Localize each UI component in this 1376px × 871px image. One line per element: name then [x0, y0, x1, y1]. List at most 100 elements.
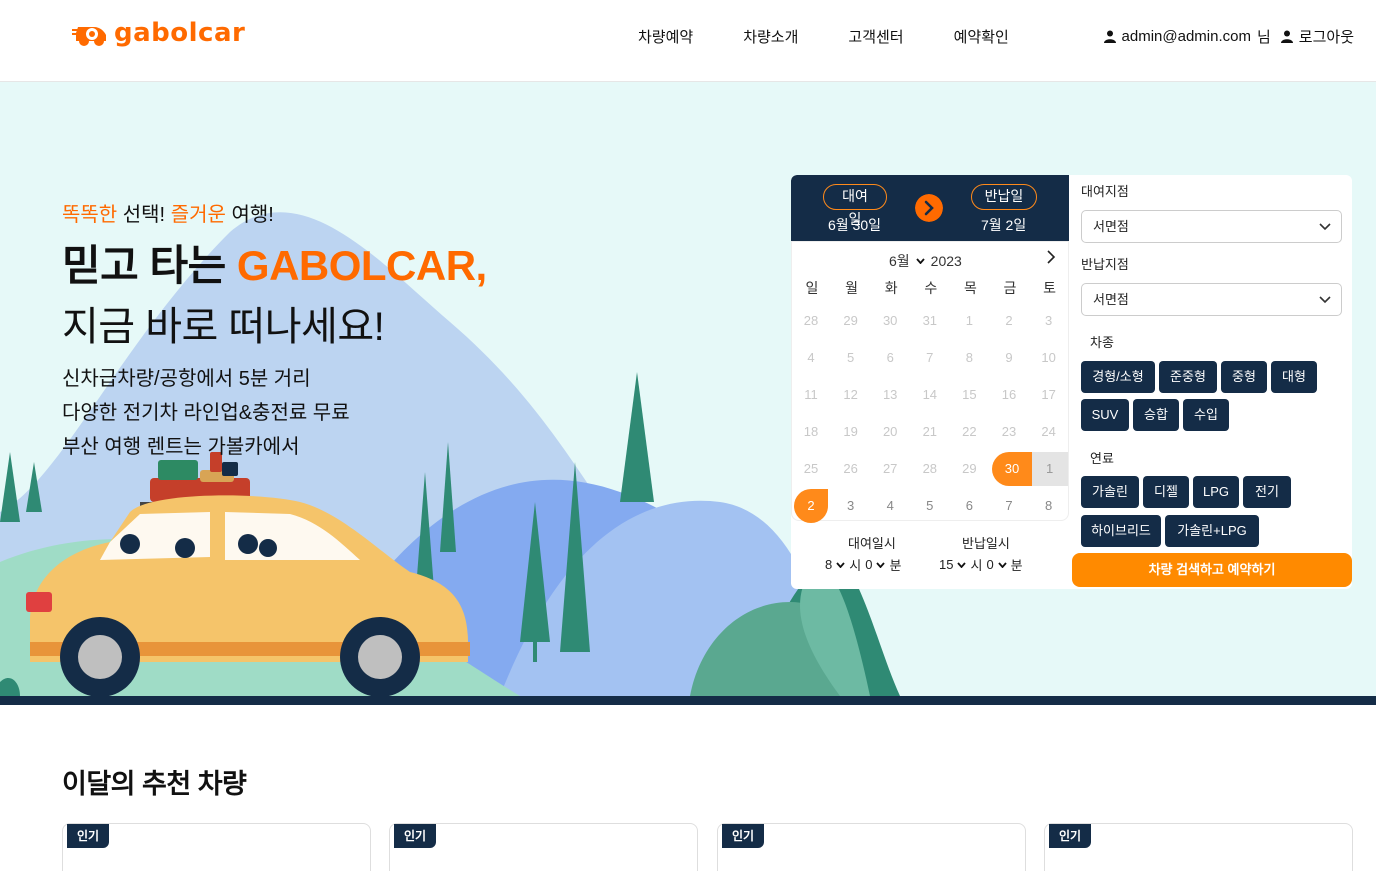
calendar-day-rent-selected[interactable]: 30 [992, 452, 1032, 486]
rent-hour-select[interactable]: 8 [825, 557, 832, 572]
car-type-chip[interactable]: 승합 [1133, 399, 1179, 431]
calendar-day[interactable]: 24 [1032, 415, 1066, 449]
fuel-label: 연료 [1090, 451, 1114, 466]
rent-date-pill[interactable]: 대여일 [823, 184, 887, 227]
calendar-year[interactable]: 2023 [931, 253, 962, 269]
logo-text: gabolcar [114, 18, 246, 48]
calendar-next-icon[interactable] [1046, 250, 1056, 264]
calendar-day[interactable]: 28 [794, 304, 828, 338]
weekday-header: 토 [1043, 280, 1057, 296]
nav-item-customer-center[interactable]: 고객센터 [848, 26, 903, 47]
booking-widget: 대여일 6월 30일 반납일 7월 2일 6월 2023 일월화수목금토 28 2… [791, 175, 1352, 589]
calendar-day[interactable]: 25 [794, 452, 828, 486]
calendar-day[interactable]: 9 [992, 341, 1026, 375]
calendar-day[interactable]: 30 [873, 304, 907, 338]
car-type-chip[interactable]: 대형 [1271, 361, 1317, 393]
calendar-day[interactable]: 1 [952, 304, 986, 338]
calendar-month-select[interactable]: 6월 [889, 251, 910, 271]
calendar-month-year: 6월 2023 [889, 251, 962, 271]
chevron-down-icon [836, 561, 845, 568]
tagline-trip: 여행! [225, 204, 274, 226]
fuel-chip[interactable]: 디젤 [1143, 476, 1189, 508]
search-reserve-button[interactable]: 차량 검색하고 예약하기 [1072, 553, 1352, 587]
calendar-day-in-range[interactable]: 1 [1031, 452, 1068, 486]
chevron-down-icon [1319, 223, 1331, 231]
calendar-day[interactable]: 18 [794, 415, 828, 449]
fuel-chip[interactable]: 가솔린 [1081, 476, 1139, 508]
calendar-day[interactable]: 17 [1032, 378, 1066, 412]
car-type-chip[interactable]: 준중형 [1159, 361, 1217, 393]
calendar-day[interactable]: 4 [794, 341, 828, 375]
return-time-picker: 15 시 0 분 [939, 555, 1023, 574]
hour-unit: 시 [849, 558, 862, 573]
logo-car-icon [72, 27, 106, 46]
fuel-chip[interactable]: 하이브리드 [1081, 515, 1161, 547]
recommend-card[interactable]: 인기 [1044, 823, 1353, 871]
calendar-day[interactable]: 6 [873, 341, 907, 375]
date-summary: 대여일 6월 30일 반납일 7월 2일 [791, 175, 1069, 241]
calendar-day[interactable]: 10 [1032, 341, 1066, 375]
calendar-day[interactable]: 4 [873, 489, 907, 523]
calendar-day[interactable]: 6 [952, 489, 986, 523]
return-min-select[interactable]: 0 [986, 557, 993, 572]
calendar-day[interactable]: 21 [913, 415, 947, 449]
nav-item-car-intro[interactable]: 차량소개 [743, 26, 798, 47]
calendar-day[interactable]: 3 [1032, 304, 1066, 338]
calendar-day[interactable]: 8 [952, 341, 986, 375]
calendar-day[interactable]: 5 [913, 489, 947, 523]
calendar-day[interactable]: 5 [834, 341, 868, 375]
calendar-day[interactable]: 15 [952, 378, 986, 412]
calendar-day-return-selected[interactable]: 2 [794, 489, 828, 523]
return-date-pill[interactable]: 반납일 [971, 184, 1037, 210]
calendar-day[interactable]: 28 [913, 452, 947, 486]
weekday-header: 일 [805, 280, 819, 296]
fuel-chip[interactable]: 가솔린+LPG [1165, 515, 1259, 547]
calendar-day[interactable]: 31 [913, 304, 947, 338]
nav-item-reservation-check[interactable]: 예약확인 [954, 26, 1009, 47]
user-area: admin@admin.com 님 로그아웃 [1103, 26, 1354, 47]
calendar-day[interactable]: 7 [992, 489, 1026, 523]
calendar-day[interactable]: 20 [873, 415, 907, 449]
calendar-day[interactable]: 7 [913, 341, 947, 375]
popular-badge: 인기 [67, 824, 110, 848]
tagline-choice: 선택! [117, 204, 171, 226]
logout-link[interactable]: 로그아웃 [1299, 26, 1354, 47]
pickup-branch-select[interactable]: 서면점 [1081, 210, 1342, 243]
calendar-day[interactable]: 11 [794, 378, 828, 412]
calendar-day[interactable]: 12 [834, 378, 868, 412]
calendar-day[interactable]: 14 [913, 378, 947, 412]
calendar-day[interactable]: 16 [992, 378, 1026, 412]
calendar-day[interactable]: 27 [873, 452, 907, 486]
calendar-day[interactable]: 19 [834, 415, 868, 449]
nav-item-reservation[interactable]: 차량예약 [638, 26, 693, 47]
fuel-chip[interactable]: 전기 [1243, 476, 1291, 508]
rent-min-select[interactable]: 0 [865, 557, 872, 572]
calendar-day[interactable]: 29 [952, 452, 986, 486]
site-header: gabolcar 차량예약 차량소개 고객센터 예약확인 admin@admin… [0, 0, 1376, 82]
return-hour-select[interactable]: 15 [939, 557, 953, 572]
calendar-day[interactable]: 22 [952, 415, 986, 449]
calendar-day[interactable]: 13 [873, 378, 907, 412]
recommend-card[interactable]: 인기 [389, 823, 698, 871]
return-branch-select[interactable]: 서면점 [1081, 283, 1342, 316]
car-type-chip[interactable]: 중형 [1221, 361, 1267, 393]
recommend-title: 이달의 추천 차량 [62, 769, 247, 799]
logo[interactable]: gabolcar [72, 18, 245, 48]
car-type-chip[interactable]: 수입 [1183, 399, 1229, 431]
fuel-chip[interactable]: LPG [1193, 476, 1239, 508]
recommend-card[interactable]: 인기 [62, 823, 371, 871]
calendar-day[interactable]: 3 [834, 489, 868, 523]
calendar-day[interactable]: 29 [834, 304, 868, 338]
recommend-card[interactable]: 인기 [717, 823, 1026, 871]
return-time-label: 반납일시 [962, 536, 1010, 551]
chevron-down-icon [997, 561, 1007, 568]
hero-headline-2: 지금 바로 떠나세요! [62, 305, 385, 349]
pickup-branch-label: 대여지점 [1081, 184, 1129, 199]
car-type-chip[interactable]: 경형/소형 [1081, 361, 1155, 393]
car-type-chip[interactable]: SUV [1081, 399, 1129, 431]
calendar-day[interactable]: 23 [992, 415, 1026, 449]
calendar-day[interactable]: 26 [834, 452, 868, 486]
calendar-day[interactable]: 8 [1032, 489, 1066, 523]
calendar-day[interactable]: 2 [992, 304, 1026, 338]
rent-time-label: 대여일시 [848, 536, 896, 551]
